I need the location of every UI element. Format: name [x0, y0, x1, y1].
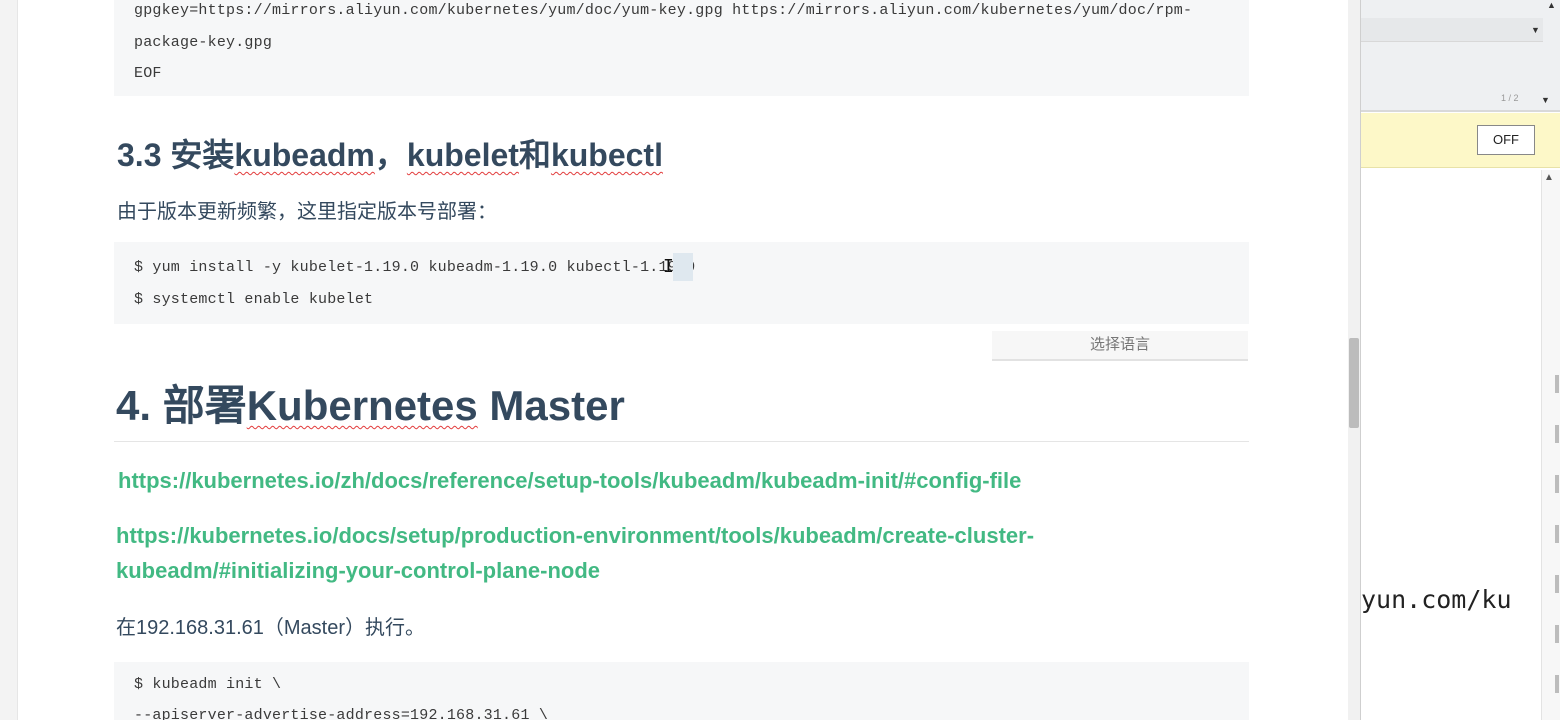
dropdown-arrow-icon[interactable]: ▲ [1547, 0, 1556, 10]
scroll-marker [1555, 625, 1559, 643]
code-block-kubeadm-init[interactable]: $ kubeadm init \ --apiserver-advertise-a… [114, 662, 1249, 720]
heading-text: 和 [518, 137, 551, 173]
code-line[interactable]: $ systemctl enable kubelet [134, 291, 373, 308]
code-line[interactable]: --apiserver-advertise-address=192.168.31… [134, 707, 548, 720]
text-selection-highlight [673, 253, 693, 281]
off-toggle-button[interactable]: OFF [1477, 125, 1535, 155]
left-gutter [0, 0, 18, 720]
spellcheck-word: kubelet [406, 137, 519, 173]
screen: gpgkey=https://mirrors.aliyun.com/kubern… [0, 0, 1560, 720]
scroll-marker [1555, 425, 1559, 443]
code-line[interactable]: $ kubeadm init \ [134, 676, 281, 693]
scroll-marker [1555, 575, 1559, 593]
text-cursor-icon: I [663, 256, 674, 277]
exec-note: 在192.168.31.61（Master）执行。 [116, 617, 426, 639]
spellcheck-word: Kubernetes [246, 382, 478, 429]
code-line: EOF [134, 65, 162, 82]
section-heading-3-3: 3.3 安装kubeadm，kubelet和kubectl [117, 130, 663, 176]
spellcheck-word: kubectl [550, 137, 663, 173]
section-heading-4: 4. 部署Kubernetes Master [116, 372, 625, 433]
code-text: $ yum install -y kubelet-1.19.0 kubeadm-… [134, 259, 659, 276]
link-create-cluster-kubeadm[interactable]: https://kubernetes.io/docs/setup/product… [116, 518, 1236, 588]
code-line[interactable]: $ yum install -y kubelet-1.19.0 kubeadm-… [134, 259, 695, 276]
dropdown-arrow-icon[interactable]: ▼ [1541, 95, 1550, 105]
code-block-gpgkey: gpgkey=https://mirrors.aliyun.com/kubern… [114, 0, 1249, 96]
heading-text: Master [477, 382, 625, 429]
scroll-marker [1555, 525, 1559, 543]
heading-divider [114, 441, 1249, 442]
language-select-button[interactable]: 选择语言 [992, 331, 1248, 361]
scroll-marker [1555, 675, 1559, 693]
page-scrollbar-thumb[interactable] [1349, 338, 1359, 428]
code-line: gpgkey=https://mirrors.aliyun.com/kubern… [134, 2, 1193, 19]
intro-paragraph: 由于版本更新频繁，这里指定版本号部署： [117, 201, 497, 223]
link-kubeadm-init-config[interactable]: https://kubernetes.io/zh/docs/reference/… [118, 468, 1021, 494]
panel-toolbar [1361, 0, 1560, 112]
scroll-up-icon[interactable]: ▲ [1544, 172, 1554, 183]
panel-dropdown[interactable] [1361, 18, 1543, 42]
document-page: gpgkey=https://mirrors.aliyun.com/kubern… [18, 0, 1348, 720]
scroll-marker [1555, 375, 1559, 393]
terminal-text-fragment: yun.com/ku [1361, 585, 1512, 614]
dropdown-arrow-icon[interactable]: ▼ [1531, 25, 1540, 35]
heading-text: ， [374, 137, 407, 173]
heading-text: 4. 部署 [116, 382, 247, 429]
panel-ruler [1361, 110, 1560, 112]
scroll-marker [1555, 475, 1559, 493]
code-line: package-key.gpg [134, 34, 273, 51]
ruler-label: 1 / 2 [1501, 93, 1519, 103]
spellcheck-word: kubeadm [234, 137, 375, 173]
right-panel: ▲ ▼ 1 / 2 ▼ OFF ▲ yun.com/ku [1360, 0, 1560, 720]
heading-text: 3.3 安装 [117, 137, 235, 173]
